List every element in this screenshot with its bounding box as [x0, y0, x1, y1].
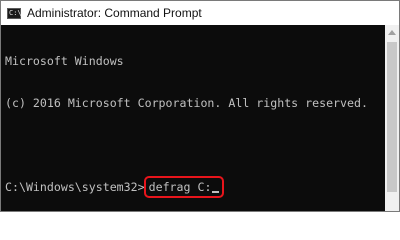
- window-title: Administrator: Command Prompt: [27, 6, 202, 20]
- title-bar[interactable]: C:\ Administrator: Command Prompt: [1, 1, 399, 25]
- console-line: (c) 2016 Microsoft Corporation. All righ…: [5, 96, 368, 110]
- vertical-scrollbar[interactable]: [385, 25, 399, 211]
- prompt-text: C:\Windows\system32>: [5, 180, 145, 194]
- scroll-up-arrow-icon[interactable]: [388, 30, 396, 35]
- app-icon-label: C:\: [9, 8, 22, 17]
- command-prompt-icon: C:\: [7, 7, 22, 19]
- command-prompt-window: C:\ Administrator: Command Prompt Micros…: [0, 0, 400, 212]
- console-output[interactable]: Microsoft Windows (c) 2016 Microsoft Cor…: [5, 26, 385, 211]
- command-text: defrag C:: [148, 180, 212, 194]
- console-line: Microsoft Windows: [5, 54, 124, 68]
- scroll-thumb[interactable]: [387, 42, 397, 192]
- text-cursor: [212, 191, 220, 193]
- command-line[interactable]: C:\Windows\system32> defrag C:: [5, 176, 385, 198]
- command-highlight: defrag C:: [143, 176, 225, 198]
